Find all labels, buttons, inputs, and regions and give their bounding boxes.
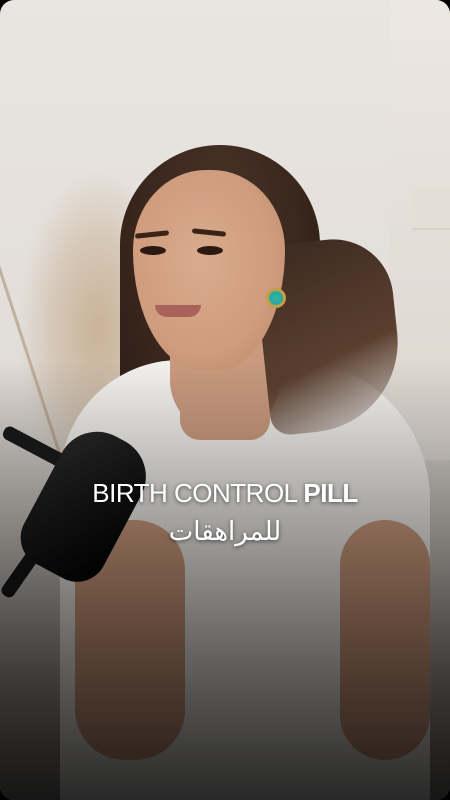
caption-subtitle: للمراهقات: [168, 517, 282, 547]
caption-title-bold: PILL: [303, 478, 358, 508]
video-frame: BIRTH CONTROL PILL للمراهقات: [0, 0, 450, 800]
caption-title-light: BIRTH CONTROL: [92, 478, 297, 508]
bottom-gradient-overlay: [0, 0, 450, 800]
caption-title: BIRTH CONTROL PILL: [0, 478, 450, 509]
